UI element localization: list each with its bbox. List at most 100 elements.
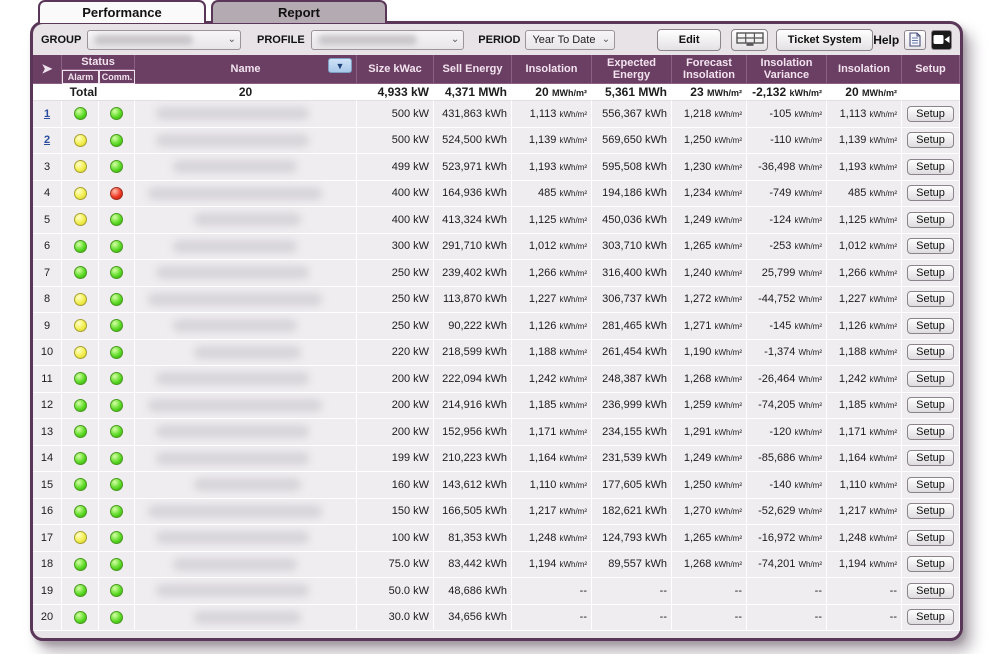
setup-button[interactable]: Setup — [907, 503, 954, 519]
insolation-cell: 1,171 kWh/m² — [512, 419, 592, 446]
comm-status-cell — [99, 154, 135, 181]
help-document-button[interactable] — [904, 30, 925, 50]
cell-value: 1,126 — [529, 320, 557, 332]
alarm-status-light-yellow — [74, 134, 87, 147]
cell-unit: kWh/m² — [794, 428, 822, 437]
video-camera-button[interactable] — [931, 30, 952, 50]
cell-value: 1,248 — [839, 532, 867, 544]
cell-unit: Wh/m² — [798, 163, 822, 172]
setup-button[interactable]: Setup — [907, 318, 954, 334]
edit-button[interactable]: Edit — [657, 29, 721, 51]
cell-value: 1,194 — [529, 558, 557, 570]
setup-button[interactable]: Setup — [907, 159, 954, 175]
setup-button[interactable]: Setup — [907, 265, 954, 281]
setup-button[interactable]: Setup — [907, 106, 954, 122]
setup-button[interactable]: Setup — [907, 185, 954, 201]
setup-button[interactable]: Setup — [907, 450, 954, 466]
insolation-cell: 1,012 kWh/m² — [512, 234, 592, 261]
cell-value: 1,125 — [839, 214, 867, 226]
group-select[interactable]: ⌄ — [87, 30, 241, 50]
cell-value: 1,012 — [529, 240, 557, 252]
cell-unit: kWh/m² — [869, 454, 897, 463]
site-name-redacted — [156, 266, 309, 279]
cell-value: -105 — [769, 108, 791, 120]
cell-value: -- — [735, 585, 742, 597]
row-number[interactable]: 1 — [33, 101, 62, 128]
period-select[interactable]: Year To Date ⌄ — [525, 30, 615, 50]
setup-cell: Setup — [902, 101, 960, 128]
insolation-cell: -- — [512, 605, 592, 632]
comm-status-cell — [99, 260, 135, 287]
cell-unit: Wh/m² — [798, 269, 822, 278]
row-number-link[interactable]: 1 — [44, 108, 50, 120]
cell-unit: kWh/m² — [714, 110, 742, 119]
ticket-system-button[interactable]: Ticket System — [776, 29, 873, 51]
expected-energy-cell: 281,465 kWh — [592, 313, 672, 340]
row-number-link[interactable]: 2 — [44, 134, 50, 146]
cell-value: 1,272 — [684, 293, 712, 305]
comm-status-light-green — [110, 372, 123, 385]
layout-grid-button[interactable] — [731, 29, 768, 51]
cell-unit: kWh/m² — [714, 401, 742, 410]
site-name-cell — [135, 552, 357, 579]
insolation-variance-cell: -110 kWh/m² — [747, 128, 827, 155]
total-count: 20 — [135, 84, 357, 101]
tab-performance[interactable]: Performance — [38, 0, 206, 23]
setup-button[interactable]: Setup — [907, 530, 954, 546]
alarm-status-cell — [62, 260, 99, 287]
total-insolation: 20 MWh/m² — [512, 84, 592, 101]
setup-button[interactable]: Setup — [907, 397, 954, 413]
setup-button[interactable]: Setup — [907, 424, 954, 440]
site-name-cell — [135, 366, 357, 393]
tab-report[interactable]: Report — [211, 0, 387, 23]
setup-cell: Setup — [902, 181, 960, 208]
alarm-status-cell — [62, 101, 99, 128]
setup-button[interactable]: Setup — [907, 291, 954, 307]
insolation-cell: 1,164 kWh/m² — [512, 446, 592, 473]
table-row: 6300 kW291,710 kWh1,012 kWh/m²303,710 kW… — [33, 234, 960, 261]
setup-button[interactable]: Setup — [907, 238, 954, 254]
size-header: Size kWac — [357, 55, 434, 84]
cell-unit: kWh/m² — [794, 189, 822, 198]
setup-button[interactable]: Setup — [907, 609, 954, 625]
comm-status-cell — [99, 128, 135, 155]
setup-button[interactable]: Setup — [907, 556, 954, 572]
cell-unit: kWh/m² — [869, 401, 897, 410]
setup-button[interactable]: Setup — [907, 583, 954, 599]
site-name-redacted — [173, 319, 297, 332]
row-number[interactable]: 2 — [33, 128, 62, 155]
cell-unit: kWh/m² — [869, 322, 897, 331]
comm-status-light-green — [110, 213, 123, 226]
comm-status-cell — [99, 393, 135, 420]
setup-button[interactable]: Setup — [907, 371, 954, 387]
cell-value: -74,201 — [758, 558, 795, 570]
sell-energy-cell: 152,956 kWh — [434, 419, 512, 446]
comm-status-light-green — [110, 399, 123, 412]
comm-status-cell — [99, 181, 135, 208]
alarm-status-cell — [62, 605, 99, 632]
site-name-redacted — [148, 505, 323, 518]
insolation-variance-cell: -44,752 Wh/m² — [747, 287, 827, 314]
forecast-insolation-cell: 1,250 kWh/m² — [672, 128, 747, 155]
cell-value: -16,972 — [758, 532, 795, 544]
cell-unit: kWh/m² — [559, 454, 587, 463]
cell-value: 1,139 — [529, 134, 557, 146]
insolation-cell: 1,193 kWh/m² — [512, 154, 592, 181]
period-label: PERIOD — [478, 34, 520, 46]
setup-button[interactable]: Setup — [907, 477, 954, 493]
expected-energy-cell: 231,539 kWh — [592, 446, 672, 473]
comm-status-light-green — [110, 107, 123, 120]
row-number: 10 — [33, 340, 62, 367]
setup-button[interactable]: Setup — [907, 132, 954, 148]
setup-button[interactable]: Setup — [907, 344, 954, 360]
alarm-status-cell — [62, 181, 99, 208]
forecast-insolation-cell: 1,190 kWh/m² — [672, 340, 747, 367]
insolation2-cell: 1,217 kWh/m² — [827, 499, 902, 526]
comm-status-light-green — [110, 134, 123, 147]
profile-select[interactable]: ⌄ — [311, 30, 465, 50]
setup-button[interactable]: Setup — [907, 212, 954, 228]
name-header: Name ▼ — [135, 55, 357, 84]
name-sort-dropdown[interactable]: ▼ — [328, 58, 352, 73]
cell-unit: kWh/m² — [869, 375, 897, 384]
alarm-status-cell — [62, 472, 99, 499]
